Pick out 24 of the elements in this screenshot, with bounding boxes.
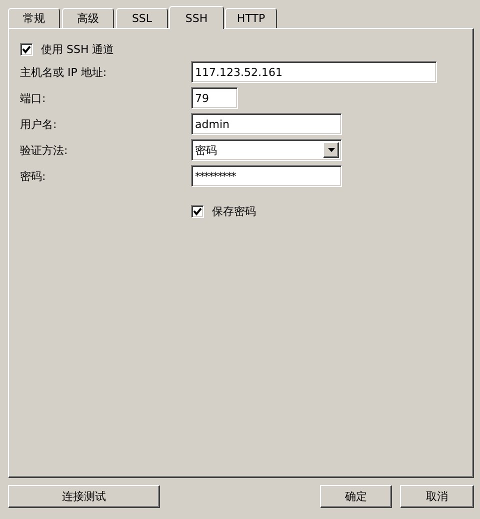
button[interactable]: 取消	[400, 485, 474, 508]
checkbox-label: 保存密码	[212, 204, 256, 218]
dropdown[interactable]: 密码	[191, 139, 342, 161]
input-field[interactable]: admin	[191, 113, 342, 135]
tab[interactable]: 常规	[8, 8, 60, 28]
input-field[interactable]: 79	[191, 87, 238, 109]
field-label: 验证方法:	[20, 142, 69, 158]
tab[interactable]: 高级	[62, 8, 114, 28]
checkbox[interactable]	[191, 204, 204, 218]
button[interactable]: 连接测试	[8, 485, 160, 508]
tab[interactable]: SSH	[169, 6, 224, 29]
input-field[interactable]: 117.123.52.161	[191, 61, 437, 83]
dropdown-arrow-button[interactable]	[323, 142, 339, 158]
checkbox[interactable]	[20, 42, 33, 56]
checkbox-label: 使用 SSH 通道	[41, 42, 114, 56]
field-label: 主机名或 IP 地址:	[20, 64, 108, 80]
field-label: 端口:	[20, 90, 47, 106]
button[interactable]: 确定	[320, 485, 392, 508]
password-field[interactable]: *********	[191, 165, 342, 187]
field-label: 用户名:	[20, 116, 58, 132]
field-label: 密码:	[20, 168, 47, 184]
tab[interactable]: HTTP	[225, 8, 277, 28]
tab[interactable]: SSL	[116, 8, 168, 28]
caret-icon	[328, 148, 334, 152]
